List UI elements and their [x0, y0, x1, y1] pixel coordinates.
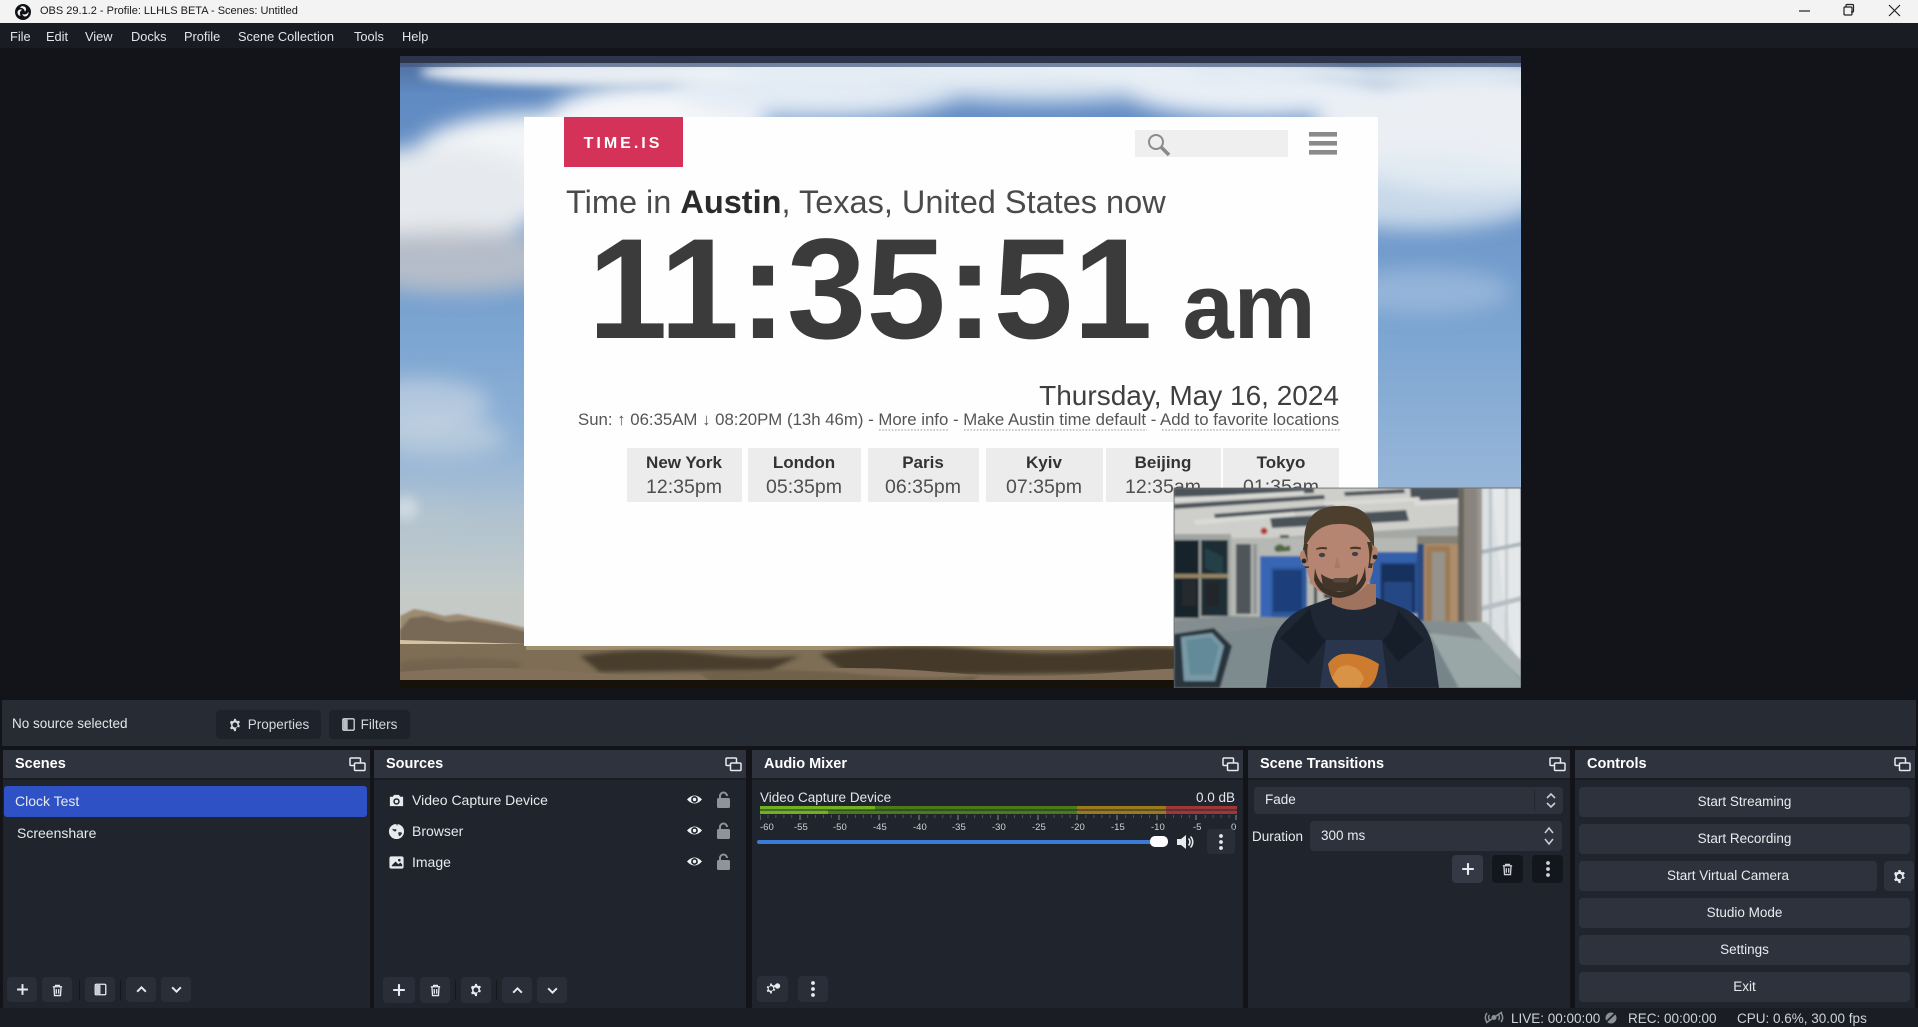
svg-text:-40: -40 — [913, 822, 927, 833]
svg-text:Thursday, May 16, 2024: Thursday, May 16, 2024 — [1039, 380, 1339, 411]
svg-text:-60: -60 — [760, 822, 774, 833]
svg-text:05:35pm: 05:35pm — [766, 476, 842, 498]
svg-text:-30: -30 — [992, 822, 1006, 833]
svg-text:Tokyo: Tokyo — [1257, 453, 1306, 472]
svg-text:-20: -20 — [1071, 822, 1085, 833]
svg-text:-55: -55 — [794, 822, 808, 833]
svg-text:06:35pm: 06:35pm — [885, 476, 961, 498]
svg-text:Kyiv: Kyiv — [1026, 453, 1062, 472]
svg-text:-15: -15 — [1111, 822, 1125, 833]
svg-text:Paris: Paris — [902, 453, 944, 472]
svg-text:-45: -45 — [873, 822, 887, 833]
svg-text:07:35pm: 07:35pm — [1006, 476, 1082, 498]
svg-text:-50: -50 — [833, 822, 847, 833]
svg-text:Sun: ↑ 06:35AM ↓ 08:20PM (13h: Sun: ↑ 06:35AM ↓ 08:20PM (13h 46m) - Mor… — [578, 410, 1339, 429]
svg-text:New York: New York — [646, 453, 722, 472]
svg-text:Beijing: Beijing — [1135, 453, 1192, 472]
svg-text:TIME.IS: TIME.IS — [584, 135, 663, 152]
svg-text:London: London — [773, 453, 835, 472]
svg-text:-5: -5 — [1193, 822, 1201, 833]
svg-text:12:35pm: 12:35pm — [646, 476, 722, 498]
svg-text:-25: -25 — [1032, 822, 1046, 833]
svg-text:-10: -10 — [1151, 822, 1165, 833]
svg-text:-35: -35 — [952, 822, 966, 833]
